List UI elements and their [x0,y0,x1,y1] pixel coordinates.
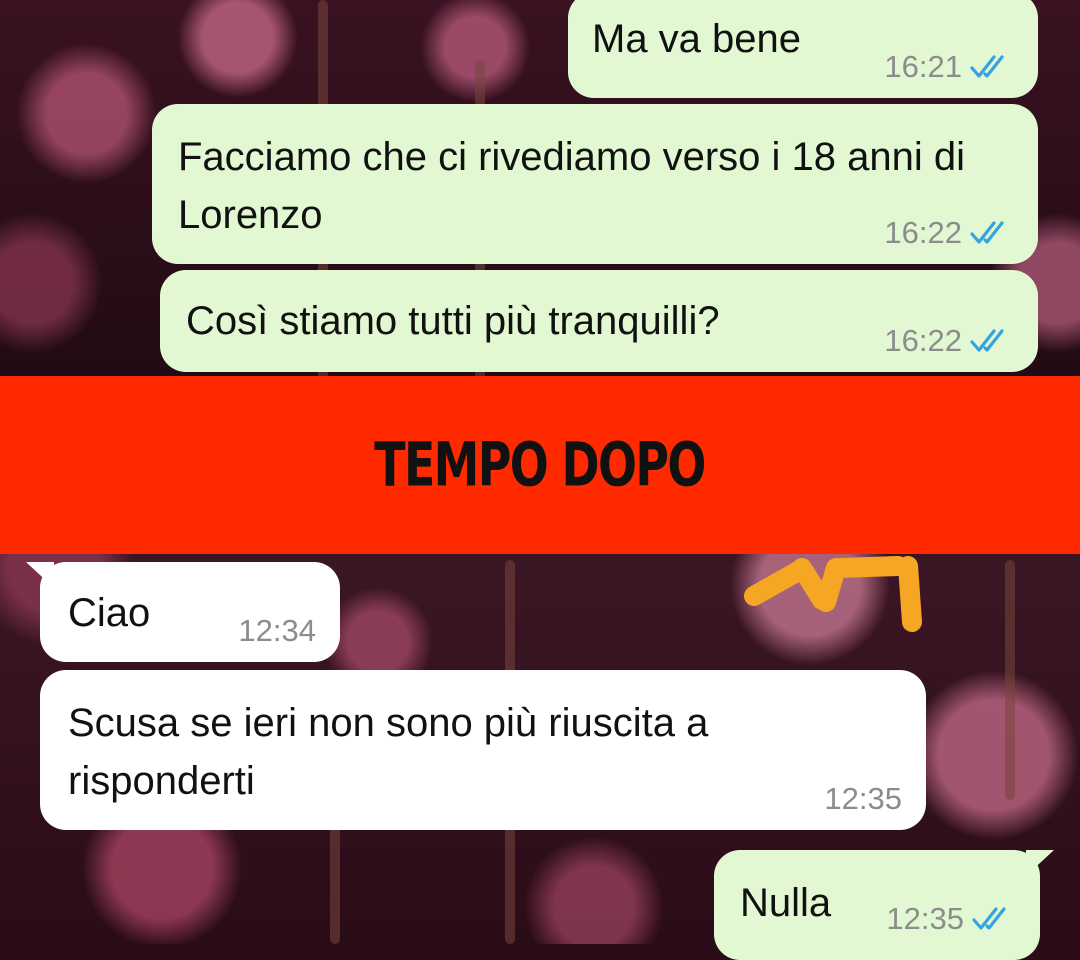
message-meta: 16:21 [884,51,1014,82]
double-check-icon [970,54,1004,78]
double-check-icon [970,328,1004,352]
message-meta: 12:35 [824,783,902,814]
banner-title: TEMPO DOPO [374,429,707,501]
double-check-icon [972,906,1006,930]
message-time: 16:21 [884,49,962,84]
message-time: 12:34 [238,613,316,648]
message-time: 16:22 [884,215,962,250]
double-check-icon [970,220,1004,244]
message-time: 12:35 [886,901,964,936]
message-time: 16:22 [884,323,962,358]
tempo-dopo-banner: TEMPO DOPO [0,376,1080,554]
message-bubble-incoming[interactable]: Scusa se ieri non sono più riuscita a ri… [40,670,926,830]
message-bubble-outgoing[interactable]: Così stiamo tutti più tranquilli? 16:22 [160,270,1038,372]
message-time: 12:35 [824,781,902,816]
message-bubble-incoming[interactable]: Ciao 12:34 [26,562,340,662]
bubble-tail [1026,850,1054,876]
message-meta: 16:22 [884,325,1014,356]
message-text: Facciamo che ci rivediamo verso i 18 ann… [178,135,966,237]
bubble-tail [26,562,54,588]
orange-scribble [744,556,922,632]
message-meta: 12:34 [238,615,316,646]
message-text: Scusa se ieri non sono più riuscita a ri… [68,701,709,803]
message-bubble-outgoing[interactable]: Ma va bene 16:21 [568,0,1038,98]
message-meta: 16:22 [884,217,1014,248]
message-meta: 12:35 [886,903,1016,934]
message-bubble-outgoing[interactable]: Facciamo che ci rivediamo verso i 18 ann… [152,104,1038,264]
